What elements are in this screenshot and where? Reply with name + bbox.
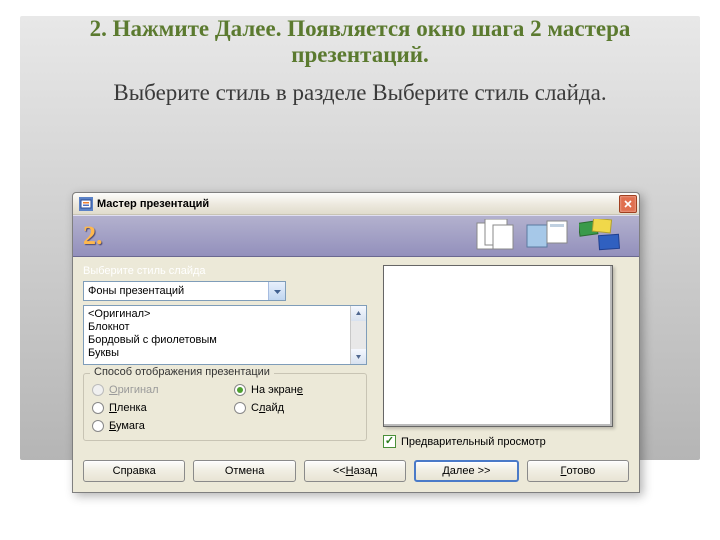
step-number: 2.	[83, 221, 103, 251]
scroll-down-icon[interactable]	[351, 349, 366, 364]
list-item[interactable]: Бордовый с фиолетовым	[88, 334, 362, 347]
listbox-scrollbar[interactable]	[350, 306, 366, 364]
slide-preview	[383, 265, 613, 427]
radio-icon	[92, 420, 104, 432]
display-group-legend: Способ отображения презентации	[90, 366, 274, 378]
radio-label: Оригинал	[109, 384, 159, 396]
color-slides-icon	[579, 219, 623, 253]
radio-slide[interactable]: Слайд	[234, 402, 358, 414]
radio-screen[interactable]: На экране	[234, 384, 358, 396]
close-button[interactable]	[619, 195, 637, 213]
background-combo[interactable]: Фоны презентаций	[83, 281, 286, 301]
scroll-up-icon[interactable]	[351, 306, 366, 321]
next-button[interactable]: Далее >>	[414, 460, 518, 482]
radio-paper[interactable]: Бумага	[92, 420, 216, 432]
checkbox-icon[interactable]	[383, 435, 396, 448]
list-item[interactable]: Буквы	[88, 347, 362, 360]
style-listbox[interactable]: <Оригинал> Блокнот Бордовый с фиолетовым…	[83, 305, 367, 365]
pages-icon	[471, 219, 515, 253]
list-item[interactable]: Блокнот	[88, 321, 362, 334]
wizard-banner: 2.	[73, 215, 639, 257]
combo-value: Фоны презентаций	[88, 285, 268, 297]
finish-button[interactable]: Готово	[527, 460, 629, 482]
dropdown-icon[interactable]	[268, 282, 285, 300]
back-button[interactable]: << Назад	[304, 460, 406, 482]
radio-original: Оригинал	[92, 384, 216, 396]
wizard-dialog: Мастер презентаций 2. Выберите стиль сла…	[72, 192, 640, 493]
radio-icon	[234, 402, 246, 414]
preview-label: Предварительный просмотр	[401, 436, 546, 448]
style-section-label: Выберите стиль слайда	[83, 265, 367, 277]
radio-icon	[92, 402, 104, 414]
slide-subtitle: Выберите стиль в разделе Выберите стиль …	[0, 74, 720, 118]
banner-icon-row	[471, 219, 623, 253]
display-mode-group: Способ отображения презентации Оригинал …	[83, 373, 367, 441]
radio-label: Бумага	[109, 420, 145, 432]
slide-title: 2. Нажмите Далее. Появляется окно шага 2…	[0, 0, 720, 74]
preview-checkbox-row[interactable]: Предварительный просмотр	[383, 435, 629, 448]
layout-icon	[525, 219, 569, 253]
list-item[interactable]: <Оригинал>	[88, 308, 362, 321]
help-button[interactable]: Справка	[83, 460, 185, 482]
app-icon	[79, 197, 93, 211]
radio-icon	[92, 384, 104, 396]
radio-icon	[234, 384, 246, 396]
cancel-button[interactable]: Отмена	[193, 460, 295, 482]
radio-label: На экране	[251, 384, 303, 396]
dialog-title-text: Мастер презентаций	[97, 198, 619, 210]
radio-label: Пленка	[109, 402, 147, 414]
radio-film[interactable]: Пленка	[92, 402, 216, 414]
dialog-button-bar: Справка Отмена << Назад Далее >> Готово	[73, 452, 639, 492]
radio-label: Слайд	[251, 402, 284, 414]
dialog-titlebar: Мастер презентаций	[73, 193, 639, 215]
